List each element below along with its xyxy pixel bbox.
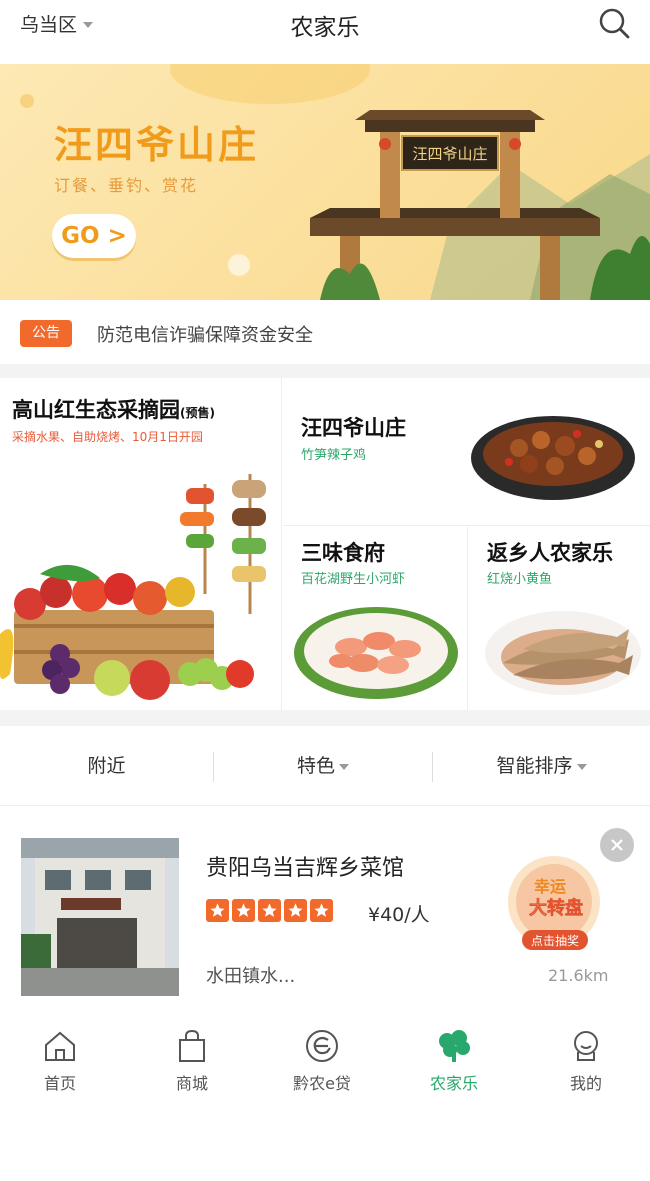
shopping-bag-icon (179, 1029, 205, 1062)
tab-loan[interactable]: 黔农e贷 (272, 1028, 372, 1104)
restaurant-title: 返乡人农家乐 (487, 541, 613, 565)
restaurant-list-item[interactable]: 贵阳乌当吉辉乡菜馆 ¥40/人 水田镇水... 21.6km 幸运 大转盘 点击… (0, 806, 650, 1018)
loan-icon (306, 1030, 338, 1062)
filter-label: 附近 (87, 755, 126, 777)
banner-subtitle: 订餐、垂钓、赏花 (54, 176, 199, 195)
restaurant-dish: 百花湖野生小河虾 (301, 572, 406, 587)
tab-profile[interactable]: 我的 (536, 1028, 636, 1104)
restaurant-distance: 21.6km (548, 966, 609, 985)
village-gate-illustration: 汪四爷山庄 (310, 110, 650, 300)
lucky-badge-button: 点击抽奖 (531, 934, 579, 948)
chevron-down-icon (576, 764, 587, 770)
restaurant-address: 水田镇水... (206, 966, 296, 987)
farmhouse-icon (439, 1030, 470, 1062)
orchard-title: 高山红生态采摘园(预售) (12, 394, 215, 424)
restaurant-title: 汪四爷山庄 (301, 416, 406, 440)
lucky-wheel-badge[interactable]: 幸运 大转盘 点击抽奖 (500, 852, 608, 958)
filter-label: 智能排序 (496, 755, 573, 777)
tab-mall[interactable]: 商城 (142, 1028, 242, 1104)
star-icon (310, 899, 333, 922)
promo-banner[interactable]: 汪四爷山庄 订餐、垂钓、赏花 GO > 汪四爷山庄 (0, 64, 650, 300)
star-icon (232, 899, 255, 922)
star-icon (206, 899, 229, 922)
filter-bar: 附近 特色 智能排序 (0, 726, 650, 806)
tab-farmhouse[interactable]: 农家乐 (404, 1028, 504, 1104)
featured-restaurant-card[interactable]: 三味食府 百花湖野生小河虾 (283, 527, 468, 710)
restaurant-dish: 竹笋辣子鸡 (301, 448, 367, 463)
restaurant-dish: 红烧小黄鱼 (487, 572, 553, 587)
filter-specialty[interactable]: 特色 (214, 726, 432, 806)
home-icon (45, 1031, 75, 1061)
shrimp-dish-image (294, 607, 458, 699)
restaurant-name: 贵阳乌当吉辉乡菜馆 (206, 856, 405, 881)
bottom-tab-bar: 首页 商城 黔农e贷 农家乐 我的 (0, 1018, 650, 1108)
banner-go-button[interactable]: GO > (52, 214, 136, 258)
presale-tag: (预售) (180, 406, 215, 420)
featured-restaurant-card[interactable]: 汪四爷山庄 竹笋辣子鸡 (283, 378, 650, 526)
tab-label: 商城 (175, 1074, 208, 1093)
filter-nearby[interactable]: 附近 (0, 726, 213, 806)
announcement-text: 防范电信诈骗保障资金安全 (97, 325, 313, 346)
featured-restaurant-card[interactable]: 返乡人农家乐 红烧小黄鱼 (469, 527, 650, 710)
star-icon (284, 899, 307, 922)
close-icon[interactable] (600, 828, 634, 862)
braised-fish-dish-image (485, 611, 641, 695)
section-divider (0, 710, 650, 726)
top-bar: 乌当区 农家乐 (0, 0, 650, 62)
page-title: 农家乐 (290, 15, 360, 41)
restaurant-title: 三味食府 (301, 541, 385, 565)
profile-icon (574, 1031, 598, 1061)
banner-decoration (170, 64, 370, 104)
fruit-basket-illustration (0, 474, 266, 700)
section-divider (0, 364, 650, 378)
price-per-person: ¥40/人 (368, 904, 430, 926)
announcement-badge: 公告 (20, 320, 72, 347)
filter-label: 特色 (296, 755, 335, 777)
rating-stars (206, 899, 333, 922)
banner-title: 汪四爷山庄 (54, 123, 260, 167)
tab-label: 首页 (43, 1074, 76, 1093)
tab-home[interactable]: 首页 (10, 1028, 110, 1104)
announcement-bar[interactable]: 公告 防范电信诈骗保障资金安全 (0, 302, 650, 364)
tab-label: 黔农e贷 (293, 1074, 351, 1093)
featured-grid: 高山红生态采摘园(预售) 采摘水果、自助烧烤、10月1日开园 汪四爷山庄 竹笋辣… (0, 378, 650, 710)
tab-label: 农家乐 (429, 1074, 478, 1093)
filter-smart-sort[interactable]: 智能排序 (433, 726, 650, 806)
search-icon[interactable] (597, 6, 631, 40)
featured-orchard-card[interactable]: 高山红生态采摘园(预售) 采摘水果、自助烧烤、10月1日开园 (0, 378, 282, 710)
orchard-subtitle: 采摘水果、自助烧烤、10月1日开园 (12, 430, 203, 444)
banner-decoration-dot (20, 94, 34, 108)
lucky-badge-line2: 大转盘 (529, 897, 583, 919)
gate-sign-text: 汪四爷山庄 (412, 145, 487, 163)
tab-label: 我的 (569, 1074, 602, 1093)
orchard-name: 高山红生态采摘园 (12, 398, 180, 422)
lucky-badge-line1: 幸运 (534, 877, 566, 896)
chevron-down-icon (339, 764, 349, 770)
star-icon (258, 899, 281, 922)
restaurant-photo (21, 838, 179, 996)
banner-decoration-dot (228, 254, 250, 276)
spicy-chicken-dish-image (471, 416, 635, 500)
